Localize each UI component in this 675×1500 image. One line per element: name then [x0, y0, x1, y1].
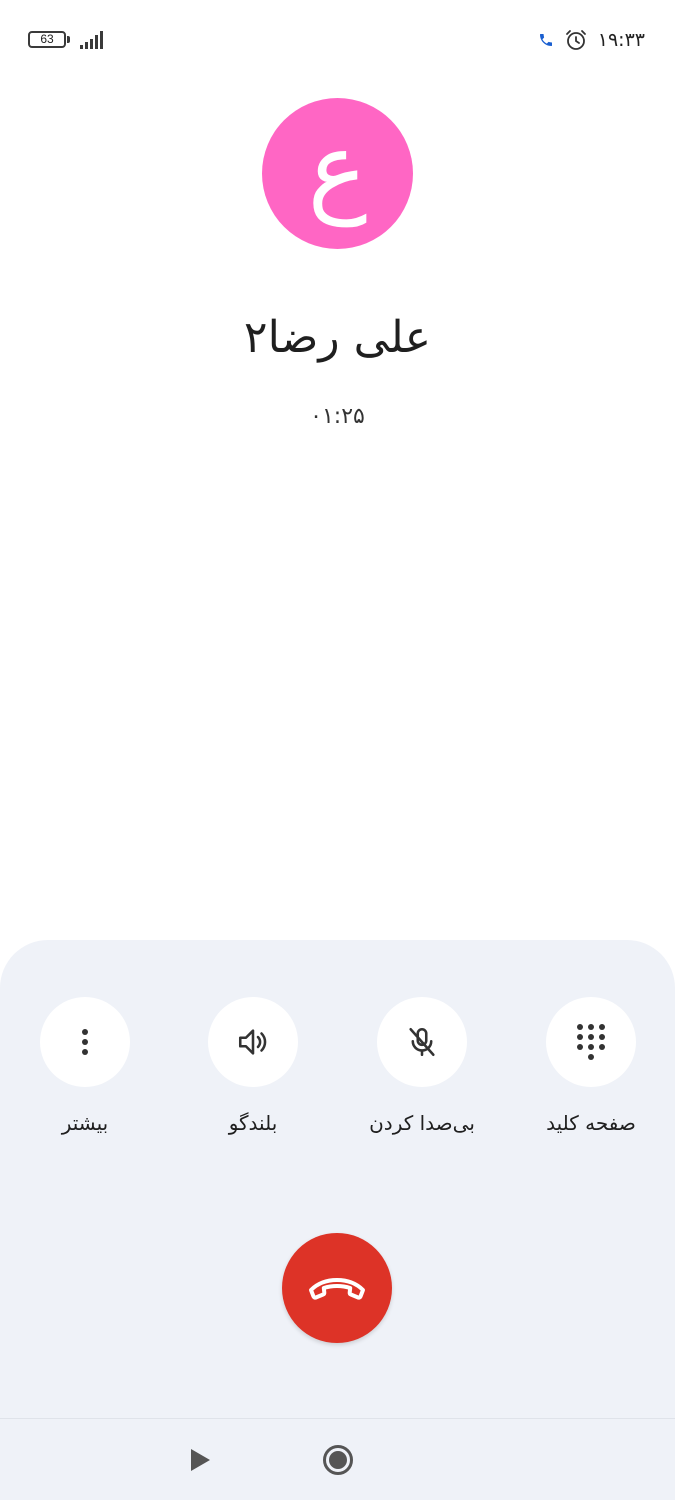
- avatar-letter: ع: [307, 109, 368, 227]
- more-button[interactable]: [40, 997, 130, 1087]
- speaker-button[interactable]: [208, 997, 298, 1087]
- keypad-label: صفحه کلید: [546, 1111, 636, 1135]
- call-duration: ۰۱:۲۵: [310, 404, 365, 429]
- signal-icon: [80, 31, 103, 49]
- speaker-action: بلندگو: [183, 997, 323, 1135]
- speaker-icon: [238, 1029, 267, 1055]
- mute-button[interactable]: [377, 997, 467, 1087]
- speaker-label: بلندگو: [228, 1111, 278, 1135]
- alarm-icon: [565, 30, 586, 50]
- more-vert-icon: [82, 1029, 88, 1055]
- status-right-group: ۱۹:۳۳: [538, 26, 645, 54]
- mute-label: بی‌صدا کردن: [369, 1111, 475, 1135]
- call-controls-panel: بیشتر بلندگو بی: [0, 940, 675, 1500]
- more-label: بیشتر: [61, 1111, 109, 1135]
- battery-icon: 63: [28, 31, 70, 48]
- mute-action: بی‌صدا کردن: [352, 997, 492, 1135]
- call-active-icon: [539, 34, 552, 46]
- contact-name: علی رضا۲: [243, 312, 432, 363]
- keypad-action: صفحه کلید: [521, 997, 661, 1135]
- play-icon[interactable]: [188, 1448, 212, 1472]
- status-time: ۱۹:۳۳: [597, 29, 645, 51]
- status-bar: 63 ۱۹:۳۳: [0, 0, 675, 80]
- keypad-button[interactable]: [546, 997, 636, 1087]
- record-icon[interactable]: [322, 1444, 354, 1476]
- more-action: بیشتر: [15, 997, 155, 1135]
- in-call-screen: 63 ۱۹:۳۳ ع علی رضا۲ ۰۱:۲۵ بیشتر بلندگو ب…: [0, 0, 675, 1500]
- end-call-button[interactable]: [282, 1233, 392, 1343]
- nav-divider: [0, 1418, 675, 1419]
- hangup-icon: [309, 1278, 365, 1300]
- contact-avatar: ع: [262, 98, 413, 249]
- dialpad-icon: [577, 1024, 605, 1060]
- mic-off-icon: [409, 1027, 435, 1057]
